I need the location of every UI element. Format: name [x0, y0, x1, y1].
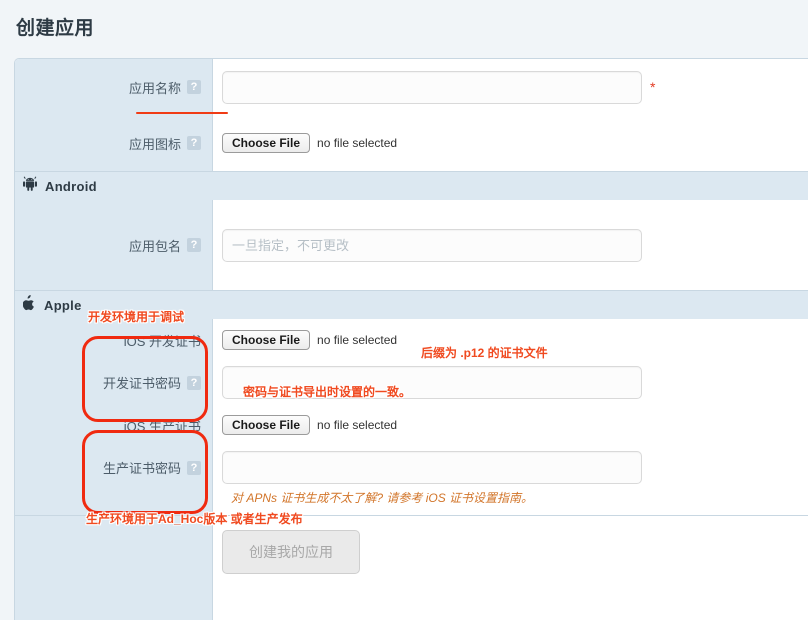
annotation-prod-env-note: 生产环境用于Ad_Hoc版本 或者生产发布 [86, 512, 303, 526]
app-name-input[interactable] [222, 70, 642, 104]
ios-prod-cert-file-picker[interactable]: Choose File no file selected [222, 415, 397, 435]
row-app-icon: 应用图标 ? Choose File no file selected [15, 115, 808, 171]
help-icon[interactable]: ? [187, 460, 201, 475]
ios-prod-cert-password-input[interactable] [222, 451, 642, 484]
page-title: 创建应用 [16, 18, 95, 39]
label-ios-dev-cert-password: 开发证书密码 [102, 376, 181, 391]
label-ios-dev-cert-password-wrap: 开发证书密码 ? [15, 361, 213, 404]
android-section-header: Android [15, 172, 808, 200]
choose-file-button[interactable]: Choose File [222, 133, 311, 153]
label-ios-prod-cert-wrap: iOS 生产证书 [15, 404, 213, 446]
section-android: Android 应用包名 ? [15, 171, 808, 290]
create-app-page: 创建应用 应用名称 ? * 应用图标 ? Choose File no file… [0, 0, 808, 620]
label-ios-dev-cert-wrap: iOS 开发证书 [15, 319, 213, 361]
field-package-name [213, 200, 808, 290]
section-basic: 应用名称 ? * 应用图标 ? Choose File no file sele… [15, 59, 808, 171]
ios-cert-guide-link[interactable]: iOS 证书设置指南 [426, 491, 521, 505]
label-app-icon: 应用图标 [128, 136, 181, 152]
row-ios-dev-cert-password: 开发证书密码 ? [15, 361, 808, 404]
annotation-p12-note: 后缀为 .p12 的证书文件 [421, 346, 548, 360]
label-app-name-wrap: 应用名称 ? [15, 59, 213, 115]
apple-icon [22, 294, 36, 316]
field-ios-prod-cert-password [213, 446, 808, 489]
choose-file-button[interactable]: Choose File [222, 415, 311, 435]
label-app-icon-wrap: 应用图标 ? [15, 115, 213, 171]
help-icon[interactable]: ? [187, 80, 201, 94]
file-status-text: no file selected [317, 418, 398, 432]
field-ios-prod-cert: Choose File no file selected [213, 404, 808, 446]
help-icon[interactable]: ? [187, 136, 201, 150]
row-app-name: 应用名称 ? * [15, 59, 808, 115]
row-ios-prod-cert-password: 生产证书密码 ? [15, 446, 808, 489]
create-app-button[interactable]: 创建我的应用 [222, 530, 360, 574]
help-icon[interactable]: ? [187, 238, 201, 252]
label-app-name: 应用名称 [128, 80, 181, 96]
package-name-input[interactable] [222, 228, 642, 262]
annotation-underline-app-name [136, 112, 228, 114]
android-icon [23, 176, 37, 196]
help-icon[interactable]: ? [187, 375, 201, 390]
apns-hint-text: 对 APNs 证书生成不太了解? 请参考 [231, 491, 426, 505]
apple-platform-name: Apple [44, 297, 82, 313]
ios-dev-cert-file-picker[interactable]: Choose File no file selected [222, 330, 397, 350]
field-app-icon: Choose File no file selected [213, 115, 808, 171]
annotation-dev-env-note: 开发环境用于调试 [88, 310, 185, 324]
required-asterisk: * [650, 79, 656, 95]
apns-hint-suffix: 。 [521, 491, 534, 505]
file-status-text: no file selected [317, 333, 398, 347]
label-package-name: 应用包名 [128, 238, 181, 254]
android-platform-name: Android [45, 178, 97, 194]
field-app-name: * [213, 59, 808, 115]
row-ios-prod-cert: iOS 生产证书 Choose File no file selected [15, 404, 808, 446]
app-icon-file-picker[interactable]: Choose File no file selected [222, 133, 397, 153]
label-ios-prod-cert: iOS 生产证书 [123, 418, 201, 434]
file-status-text: no file selected [317, 136, 398, 150]
create-app-form-panel: 应用名称 ? * 应用图标 ? Choose File no file sele… [14, 58, 808, 620]
label-ios-prod-cert-password: 生产证书密码 [102, 461, 181, 476]
row-ios-dev-cert: iOS 开发证书 Choose File no file selected [15, 319, 808, 361]
annotation-password-note: 密码与证书导出时设置的一致。 [243, 385, 412, 399]
label-package-name-wrap: 应用包名 ? [15, 200, 213, 290]
row-package-name: 应用包名 ? [15, 200, 808, 290]
label-ios-prod-cert-password-wrap: 生产证书密码 ? [15, 446, 213, 489]
choose-file-button[interactable]: Choose File [222, 330, 311, 350]
label-ios-dev-cert: iOS 开发证书 [123, 333, 201, 349]
